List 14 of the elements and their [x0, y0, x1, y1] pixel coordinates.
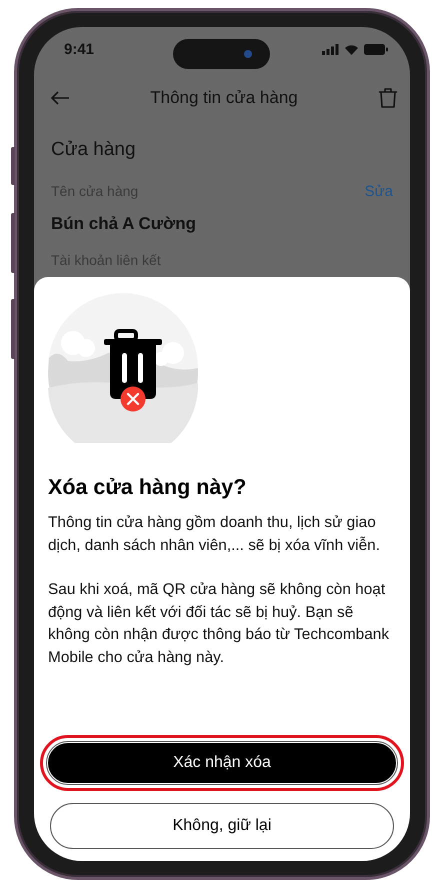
page-title: Thông tin cửa hàng	[150, 88, 298, 108]
dialog-title: Xóa cửa hàng này?	[48, 475, 248, 500]
battery-icon	[364, 44, 388, 54]
signal-icon	[322, 44, 339, 54]
status-time: 9:41	[64, 40, 94, 58]
trash-icon[interactable]	[378, 87, 398, 109]
dialog-message: Sau khi xoá, mã QR cửa hàng sẽ không còn hoạt động và liên kết với đối tác sẽ bị huỷ. Bạn sẽ không còn nhận được thông báo từ Techcombank Mobile cho cửa hàng này.	[48, 580, 390, 668]
back-arrow-icon[interactable]	[50, 90, 70, 106]
field-value: Bún chả A Cường	[51, 214, 197, 234]
section-title: Cửa hàng	[51, 139, 137, 161]
wifi-icon	[344, 44, 359, 54]
dialog-message: Thông tin cửa hàng gồm doanh thu, lịch sử giao dịch, danh sách nhân viên,... sẽ bị xóa vĩnh viễn.	[48, 513, 381, 556]
keep-button[interactable]: Không, giữ lại	[50, 803, 394, 849]
confirm-delete-button[interactable]: Xác nhận xóa	[47, 742, 397, 784]
